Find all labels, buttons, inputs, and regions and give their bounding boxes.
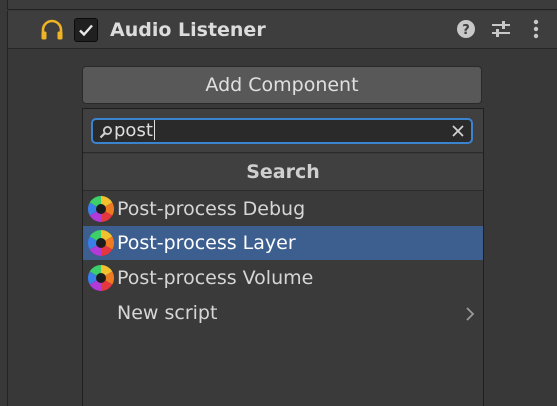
result-item-post-process-debug[interactable]: Post-process Debug <box>83 192 483 226</box>
enable-checkbox[interactable] <box>74 18 98 42</box>
search-icon <box>99 126 112 139</box>
menu-icon[interactable] <box>527 18 545 40</box>
search-area: post <box>83 109 483 153</box>
clear-icon[interactable] <box>451 124 465 138</box>
search-value: post <box>114 120 155 141</box>
presets-icon[interactable] <box>490 18 512 40</box>
inspector-left-border <box>0 49 8 406</box>
checkmark-icon <box>79 24 93 37</box>
search-input[interactable]: post <box>91 118 473 144</box>
component-title: Audio Listener <box>110 19 266 41</box>
result-item-post-process-layer[interactable]: Post-process Layer <box>83 226 483 260</box>
header-edge <box>0 11 8 49</box>
result-label: Post-process Volume <box>117 267 314 289</box>
search-section-header: Search <box>83 154 483 191</box>
result-label: Post-process Layer <box>117 232 296 254</box>
result-label: New script <box>117 302 218 324</box>
result-label: Post-process Debug <box>117 198 306 220</box>
previous-component-strip <box>0 0 557 10</box>
help-icon[interactable]: ? <box>455 18 477 40</box>
post-process-icon <box>87 264 115 292</box>
add-component-dropdown: post Search Post-process Debug Post-proc… <box>82 108 484 406</box>
chevron-right-icon <box>466 307 475 321</box>
post-process-icon <box>87 229 115 257</box>
result-item-new-script[interactable]: New script <box>83 296 483 330</box>
strip-edge <box>0 0 8 10</box>
add-component-button[interactable]: Add Component <box>82 66 482 104</box>
svg-text:?: ? <box>462 23 470 38</box>
result-item-post-process-volume[interactable]: Post-process Volume <box>83 261 483 295</box>
headphones-icon <box>41 19 63 40</box>
post-process-icon <box>87 195 115 223</box>
text-caret <box>153 120 155 140</box>
